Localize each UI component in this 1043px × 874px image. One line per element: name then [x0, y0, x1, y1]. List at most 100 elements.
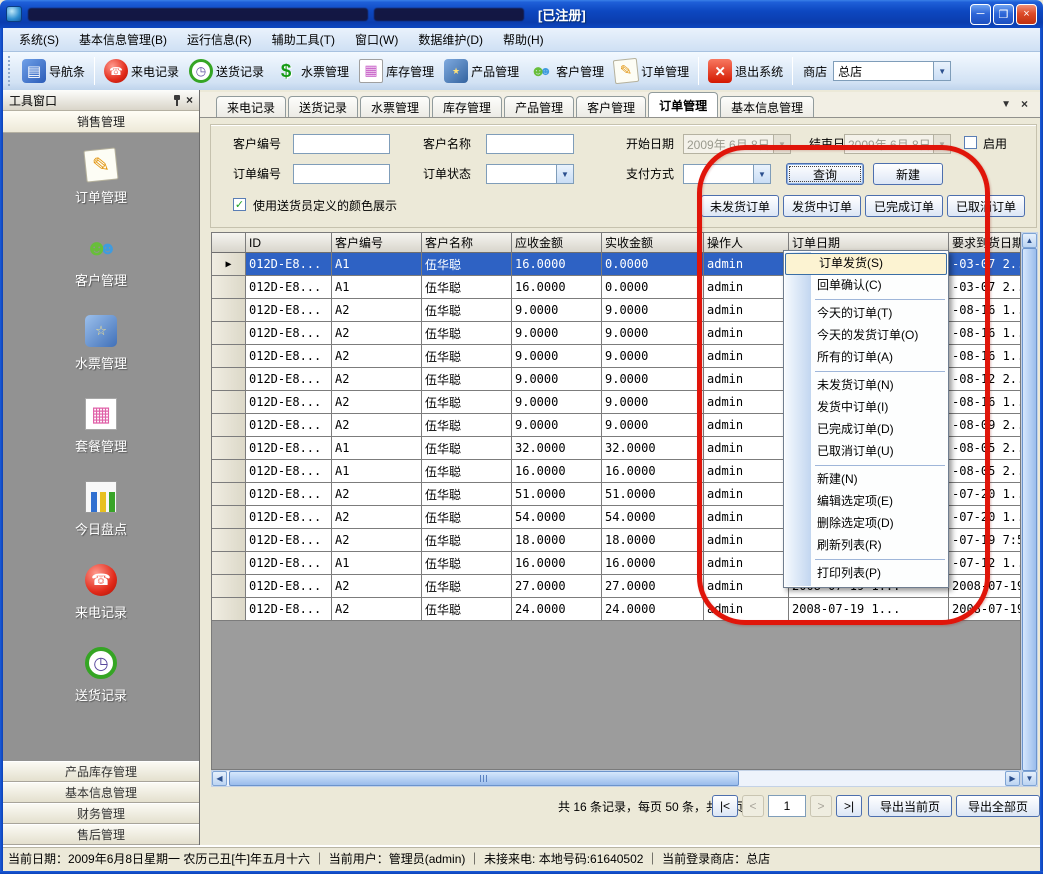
toolbar-button-water-ticket[interactable]: 水票管理 — [269, 55, 354, 87]
tab-来电记录[interactable]: 来电记录 — [216, 96, 286, 117]
titlebar[interactable]: [已注册] ─ ❐ × — [0, 0, 1043, 28]
context-menu-item[interactable]: 回单确认(C) — [784, 275, 948, 297]
new-button[interactable]: 新建 — [873, 163, 943, 185]
status-filter-button[interactable]: 已完成订单 — [865, 195, 943, 217]
tab-订单管理[interactable]: 订单管理 — [648, 92, 718, 117]
pay-method-select[interactable]: ▼ — [683, 164, 771, 184]
customer-name-input[interactable] — [486, 134, 574, 154]
context-menu-item[interactable]: 发货中订单(I) — [784, 397, 948, 419]
context-menu-item[interactable]: 删除选定项(D) — [784, 513, 948, 535]
chevron-down-icon[interactable]: ▼ — [773, 135, 790, 153]
toolbar-button-navigator[interactable]: 导航条 — [17, 55, 90, 87]
menubar-item[interactable]: 帮助(H) — [493, 28, 554, 51]
status-filter-button[interactable]: 未发货订单 — [701, 195, 779, 217]
scroll-down-icon[interactable]: ▼ — [1022, 771, 1037, 786]
row-selector[interactable] — [212, 506, 246, 529]
toolbar-button-customer[interactable]: 客户管理 — [524, 55, 609, 87]
horizontal-scrollbar[interactable]: ◀ ▶ — [211, 770, 1021, 787]
menubar-item[interactable]: 窗口(W) — [345, 28, 408, 51]
last-page-button[interactable]: >| — [836, 795, 862, 817]
context-menu-item[interactable]: 已取消订单(U) — [784, 441, 948, 463]
toolbar-button-order[interactable]: 订单管理 — [609, 55, 694, 87]
page-number-input[interactable]: 1 — [768, 795, 806, 817]
customer-no-input[interactable] — [293, 134, 390, 154]
tab-水票管理[interactable]: 水票管理 — [360, 96, 430, 117]
start-date-picker[interactable]: 2009年 6月 8日 ▼ — [683, 134, 791, 154]
toolbar-button-incoming-call[interactable]: 来电记录 — [99, 55, 184, 87]
prev-page-button[interactable]: < — [742, 795, 764, 817]
sidebar-item[interactable]: 今日盘点 — [75, 481, 127, 538]
grid-header-op[interactable]: 操作人 — [704, 233, 789, 253]
row-selector[interactable]: ▶ — [212, 253, 246, 276]
tab-基本信息管理[interactable]: 基本信息管理 — [720, 96, 814, 117]
chevron-down-icon[interactable]: ▼ — [933, 135, 950, 153]
scroll-up-icon[interactable]: ▲ — [1022, 233, 1037, 248]
chevron-down-icon[interactable]: ▼ — [753, 165, 770, 183]
row-selector[interactable] — [212, 322, 246, 345]
tab-送货记录[interactable]: 送货记录 — [288, 96, 358, 117]
horizontal-scroll-thumb[interactable] — [229, 771, 739, 786]
sidebar-item[interactable]: 套餐管理 — [75, 398, 127, 455]
sidebar-item[interactable]: 客户管理 — [75, 232, 127, 289]
menubar-item[interactable]: 运行信息(R) — [177, 28, 262, 51]
vertical-scrollbar[interactable]: ▲ ▼ — [1021, 232, 1038, 787]
context-menu-item[interactable]: 打印列表(P) — [784, 563, 948, 585]
export-current-page-button[interactable]: 导出当前页 — [868, 795, 952, 817]
maximize-button[interactable]: ❐ — [993, 4, 1014, 25]
query-button[interactable]: 查询 — [786, 163, 864, 185]
pin-icon[interactable] — [172, 94, 182, 107]
menubar-item[interactable]: 系统(S) — [9, 28, 69, 51]
next-page-button[interactable]: > — [810, 795, 832, 817]
row-selector[interactable] — [212, 414, 246, 437]
sidebar-section[interactable]: 财务管理 — [3, 803, 199, 824]
tab-close-icon[interactable]: × — [1021, 97, 1028, 111]
close-button[interactable]: × — [1016, 4, 1037, 25]
toolbar-button-delivery-record[interactable]: 送货记录 — [184, 55, 269, 87]
row-selector[interactable] — [212, 552, 246, 575]
vertical-scroll-thumb[interactable] — [1022, 248, 1037, 771]
minimize-button[interactable]: ─ — [970, 4, 991, 25]
status-filter-button[interactable]: 发货中订单 — [783, 195, 861, 217]
toolbar-button-inventory[interactable]: 库存管理 — [354, 55, 439, 87]
sidebar-item[interactable]: 送货记录 — [75, 647, 127, 704]
tab-list-dropdown-icon[interactable]: ▼ — [1001, 99, 1011, 110]
table-row[interactable]: 012D-E8...A2伍华聪24.000024.0000admin2008-0… — [212, 598, 1020, 621]
sidebar-item[interactable]: 订单管理 — [75, 149, 127, 206]
context-menu-item[interactable]: 所有的订单(A) — [784, 347, 948, 369]
order-no-input[interactable] — [293, 164, 390, 184]
toolbar-grip[interactable] — [8, 56, 14, 86]
context-menu-item[interactable]: 订单发货(S) — [785, 253, 947, 275]
row-selector[interactable] — [212, 368, 246, 391]
context-menu-item[interactable]: 刷新列表(R) — [784, 535, 948, 557]
sidebar-section[interactable]: 售后管理 — [3, 824, 199, 845]
menubar-item[interactable]: 辅助工具(T) — [262, 28, 345, 51]
context-menu-item[interactable]: 编辑选定项(E) — [784, 491, 948, 513]
toolbar-button-product[interactable]: 产品管理 — [439, 55, 524, 87]
tab-产品管理[interactable]: 产品管理 — [504, 96, 574, 117]
first-page-button[interactable]: |< — [712, 795, 738, 817]
row-selector[interactable] — [212, 299, 246, 322]
row-selector[interactable] — [212, 575, 246, 598]
toolbar-button-exit[interactable]: 退出系统 — [703, 55, 788, 87]
row-selector[interactable] — [212, 460, 246, 483]
row-selector[interactable] — [212, 437, 246, 460]
color-option-checkbox[interactable]: ✓ — [233, 198, 246, 211]
enable-checkbox[interactable] — [964, 136, 977, 149]
sidebar-item[interactable]: 水票管理 — [75, 315, 127, 372]
row-selector[interactable] — [212, 276, 246, 299]
chevron-down-icon[interactable]: ▼ — [933, 62, 950, 80]
row-selector[interactable] — [212, 345, 246, 368]
status-filter-button[interactable]: 已取消订单 — [947, 195, 1025, 217]
grid-header-paid[interactable]: 实收金额 — [602, 233, 704, 253]
sidebar-section[interactable]: 基本信息管理 — [3, 782, 199, 803]
grid-header-id[interactable]: ID — [246, 233, 332, 253]
sidebar-item[interactable]: 来电记录 — [75, 564, 127, 621]
grid-header-rdate[interactable]: 要求到货日期 — [949, 233, 1021, 253]
scroll-left-icon[interactable]: ◀ — [212, 771, 227, 786]
end-date-picker[interactable]: 2009年 6月 8日 ▼ — [844, 134, 951, 154]
context-menu-item[interactable]: 今天的发货订单(O) — [784, 325, 948, 347]
sidebar-section-sales[interactable]: 销售管理 — [3, 111, 199, 133]
sidebar-section[interactable]: 产品库存管理 — [3, 761, 199, 782]
menubar-item[interactable]: 数据维护(D) — [408, 28, 493, 51]
context-menu-item[interactable]: 未发货订单(N) — [784, 375, 948, 397]
